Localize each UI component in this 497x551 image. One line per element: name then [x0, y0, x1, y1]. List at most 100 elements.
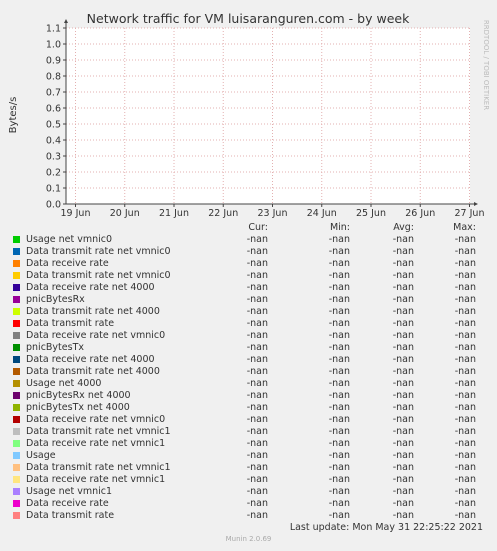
legend-series-name: pnicBytesTx — [26, 342, 84, 353]
legend-value-avg: -nan — [392, 306, 414, 317]
legend-swatch — [13, 476, 20, 483]
legend-value-cur: -nan — [246, 306, 268, 317]
x-tick-label: 27 Jun — [455, 208, 485, 219]
legend-value-min: -nan — [328, 498, 350, 509]
x-tick-label: 20 Jun — [110, 208, 140, 219]
legend-value-max: -nan — [454, 510, 476, 521]
legend-value-min: -nan — [328, 234, 350, 245]
legend-row: Data transmit rate net vmnic0 -nan -nan -na… — [0, 270, 497, 282]
legend-value-max: -nan — [454, 294, 476, 305]
legend-swatch — [13, 368, 20, 375]
legend-series-name: Data transmit rate net 4000 — [26, 306, 160, 317]
legend-swatch — [13, 296, 20, 303]
legend-value-cur: -nan — [246, 354, 268, 365]
legend-value-min: -nan — [328, 378, 350, 389]
legend-value-min: -nan — [328, 414, 350, 425]
legend-value-min: -nan — [328, 474, 350, 485]
legend-series-name: Usage — [26, 450, 56, 461]
legend-value-max: -nan — [454, 462, 476, 473]
legend-value-min: -nan — [328, 390, 350, 401]
legend-value-cur: -nan — [246, 258, 268, 269]
legend-series-name: Data receive rate net 4000 — [26, 282, 155, 293]
legend-value-cur: -nan — [246, 270, 268, 281]
legend-swatch — [13, 488, 20, 495]
legend-value-max: -nan — [454, 342, 476, 353]
legend-value-max: -nan — [454, 438, 476, 449]
legend-value-max: -nan — [454, 402, 476, 413]
legend-row: Data receive rate net vmnic0 -nan -nan -nan… — [0, 330, 497, 342]
munin-version: Munin 2.0.69 — [225, 535, 272, 543]
legend-value-min: -nan — [328, 270, 350, 281]
legend-value-min: -nan — [328, 330, 350, 341]
legend-row: Data receive rate net 4000 -nan -nan -nan -n… — [0, 282, 497, 294]
legend-row: Data receive rate net vmnic1 -nan -nan -nan… — [0, 474, 497, 486]
x-tick-label: 19 Jun — [61, 208, 91, 219]
legend-value-avg: -nan — [392, 342, 414, 353]
x-tick-label: 25 Jun — [356, 208, 386, 219]
legend-swatch — [13, 236, 20, 243]
legend-value-cur: -nan — [246, 426, 268, 437]
legend-value-cur: -nan — [246, 462, 268, 473]
legend-swatch — [13, 356, 20, 363]
y-tick-label: 0.6 — [46, 104, 61, 115]
legend-value-avg: -nan — [392, 270, 414, 281]
legend-value-min: -nan — [328, 486, 350, 497]
legend-swatch — [13, 344, 20, 351]
legend-value-avg: -nan — [392, 366, 414, 377]
legend-series-name: Data receive rate — [26, 258, 109, 269]
legend-value-min: -nan — [328, 318, 350, 329]
legend-value-avg: -nan — [392, 402, 414, 413]
legend-header-avg: Avg: — [393, 222, 414, 233]
x-tick-label: 22 Jun — [208, 208, 238, 219]
legend-series-name: Data transmit rate net vmnic1 — [26, 462, 171, 473]
legend-value-avg: -nan — [392, 294, 414, 305]
legend-value-cur: -nan — [246, 414, 268, 425]
y-tick-label: 0.4 — [46, 136, 61, 147]
legend-series-name: Data transmit rate net vmnic0 — [26, 246, 171, 257]
legend-value-cur: -nan — [246, 450, 268, 461]
legend-row: Data receive rate net vmnic1 -nan -nan -nan… — [0, 438, 497, 450]
x-axis-arrow — [474, 202, 478, 206]
legend-value-avg: -nan — [392, 354, 414, 365]
legend-swatch — [13, 404, 20, 411]
legend-value-max: -nan — [454, 258, 476, 269]
legend-value-max: -nan — [454, 426, 476, 437]
legend-swatch — [13, 428, 20, 435]
legend-value-min: -nan — [328, 306, 350, 317]
y-tick-label: 0.3 — [46, 152, 61, 163]
legend-value-min: -nan — [328, 354, 350, 365]
y-tick-label: 0.5 — [46, 120, 61, 131]
legend-value-avg: -nan — [392, 258, 414, 269]
y-tick-label: 0.2 — [46, 168, 61, 179]
legend-value-max: -nan — [454, 246, 476, 257]
legend-series-name: Data receive rate net vmnic1 — [26, 474, 166, 485]
legend-series-name: Data transmit rate net vmnic0 — [26, 270, 171, 281]
legend-swatch — [13, 416, 20, 423]
legend-value-avg: -nan — [392, 282, 414, 293]
legend-series-name: pnicBytesRx — [26, 294, 85, 305]
legend-series-name: pnicBytesRx net 4000 — [26, 390, 131, 401]
legend-row: Data transmit rate net vmnic1 -nan -nan -na… — [0, 426, 497, 438]
legend-value-min: -nan — [328, 402, 350, 413]
legend-series-name: Data receive rate net vmnic0 — [26, 330, 166, 341]
legend-value-min: -nan — [328, 342, 350, 353]
chart-title: Network traffic for VM luisaranguren.com… — [87, 11, 410, 26]
legend-value-max: -nan — [454, 354, 476, 365]
legend-value-avg: -nan — [392, 486, 414, 497]
legend-series-name: Usage net 4000 — [26, 378, 102, 389]
legend-series-name: Data receive rate net vmnic1 — [26, 438, 166, 449]
legend-row: Data receive rate -nan -nan -nan -nan — [0, 258, 497, 270]
y-tick-label: 1.0 — [46, 40, 61, 51]
legend-value-avg: -nan — [392, 438, 414, 449]
x-tick-label: 21 Jun — [159, 208, 189, 219]
legend-value-cur: -nan — [246, 294, 268, 305]
legend-row: Data transmit rate net 4000 -nan -nan -nan -… — [0, 366, 497, 378]
legend-series-name: Data receive rate — [26, 498, 109, 509]
legend-value-cur: -nan — [246, 402, 268, 413]
legend-header-min: Min: — [329, 222, 350, 233]
legend-value-avg: -nan — [392, 510, 414, 521]
legend-value-max: -nan — [454, 486, 476, 497]
legend-value-avg: -nan — [392, 474, 414, 485]
legend-value-cur: -nan — [246, 234, 268, 245]
x-tick-label: 24 Jun — [307, 208, 337, 219]
